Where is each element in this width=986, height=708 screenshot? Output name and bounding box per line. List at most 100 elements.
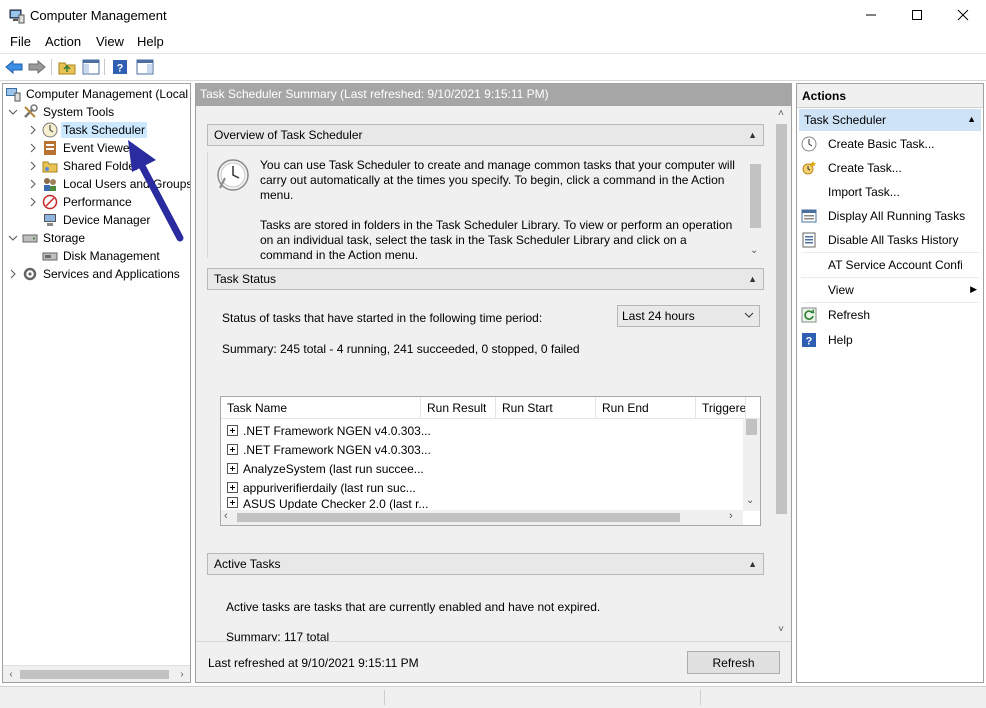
scrollbar-thumb[interactable] bbox=[776, 124, 787, 514]
table-row[interactable]: AnalyzeSystem (last run succee... bbox=[227, 459, 424, 478]
column-header-run-result[interactable]: Run Result bbox=[421, 397, 496, 419]
time-period-select[interactable]: Last 24 hours bbox=[617, 305, 760, 327]
menu-bar: File Action View Help bbox=[0, 32, 986, 52]
tree-item-performance[interactable]: Performance bbox=[27, 193, 134, 211]
action-disable-history[interactable]: Disable All Tasks History bbox=[801, 230, 979, 250]
tree-item-local-users-groups[interactable]: Local Users and Groups bbox=[27, 175, 190, 193]
tools-icon bbox=[22, 104, 38, 120]
table-horizontal-scrollbar[interactable]: ‹ › bbox=[221, 510, 743, 525]
actions-section-task-scheduler[interactable]: Task Scheduler ▲ bbox=[799, 109, 981, 131]
tree-item-task-scheduler[interactable]: Task Scheduler bbox=[27, 121, 148, 139]
scroll-down-icon[interactable]: ⌄ bbox=[750, 245, 758, 256]
overview-paragraph-1: You can use Task Scheduler to create and… bbox=[260, 158, 735, 202]
menu-file[interactable]: File bbox=[10, 34, 31, 49]
overview-section-header[interactable]: Overview of Task Scheduler ▲ bbox=[207, 124, 764, 146]
chevron-right-icon[interactable] bbox=[27, 196, 39, 208]
chevron-right-icon[interactable] bbox=[27, 124, 39, 136]
task-status-section-header[interactable]: Task Status ▲ bbox=[207, 268, 764, 290]
show-hide-console-tree-icon[interactable] bbox=[81, 58, 101, 76]
scroll-right-icon[interactable]: › bbox=[729, 510, 733, 522]
title-bar: Computer Management bbox=[0, 0, 986, 32]
scroll-left-icon[interactable]: ‹ bbox=[3, 666, 19, 682]
tree-root-computer-management[interactable]: Computer Management (Local bbox=[5, 85, 190, 103]
action-import-task[interactable]: Import Task... bbox=[801, 182, 979, 202]
minimize-button[interactable] bbox=[848, 0, 894, 30]
overview-text: You can use Task Scheduler to create and… bbox=[260, 158, 738, 278]
actions-separator bbox=[801, 252, 979, 253]
scroll-down-icon[interactable]: ˅ bbox=[775, 624, 787, 638]
last-refreshed-text: Last refreshed at 9/10/2021 9:15:11 PM bbox=[208, 656, 419, 670]
scrollbar-thumb[interactable] bbox=[20, 670, 169, 679]
actions-pane: Actions Task Scheduler ▲ Create Basic Ta… bbox=[796, 83, 984, 683]
refresh-button[interactable]: Refresh bbox=[687, 651, 780, 674]
show-hide-action-pane-icon[interactable] bbox=[135, 58, 155, 76]
column-header-run-start[interactable]: Run Start bbox=[496, 397, 596, 419]
summary-vertical-scrollbar[interactable]: ˄ ˅ bbox=[773, 108, 790, 638]
forward-arrow-icon[interactable] bbox=[27, 58, 47, 76]
action-refresh[interactable]: Refresh bbox=[801, 305, 979, 325]
menu-help[interactable]: Help bbox=[137, 34, 164, 49]
actions-separator bbox=[801, 277, 979, 278]
menu-action[interactable]: Action bbox=[45, 34, 81, 49]
tree-item-event-viewer[interactable]: Event Viewer bbox=[27, 139, 135, 157]
action-help[interactable]: ? Help bbox=[801, 330, 979, 350]
column-header-run-end[interactable]: Run End bbox=[596, 397, 696, 419]
scroll-down-icon[interactable]: ⌄ bbox=[746, 495, 754, 506]
active-tasks-section-header[interactable]: Active Tasks ▲ bbox=[207, 553, 764, 575]
collapse-icon[interactable]: ▲ bbox=[748, 559, 757, 569]
disk-icon bbox=[42, 248, 58, 264]
expand-icon[interactable] bbox=[227, 425, 238, 436]
collapse-icon[interactable]: ▲ bbox=[748, 274, 757, 284]
expand-icon[interactable] bbox=[227, 497, 238, 508]
column-header-task-name[interactable]: Task Name bbox=[221, 397, 421, 419]
table-row[interactable]: .NET Framework NGEN v4.0.303... bbox=[227, 440, 431, 459]
scrollbar-thumb[interactable] bbox=[237, 513, 680, 522]
action-create-basic-task[interactable]: Create Basic Task... bbox=[801, 134, 979, 154]
scrollbar-thumb[interactable] bbox=[746, 419, 757, 435]
overview-scrollbar[interactable]: ⌄ bbox=[747, 152, 764, 258]
scroll-up-icon[interactable]: ˄ bbox=[775, 108, 787, 122]
chevron-right-icon[interactable] bbox=[7, 268, 19, 280]
chevron-right-icon[interactable] bbox=[27, 178, 39, 190]
chevron-right-icon[interactable] bbox=[27, 160, 39, 172]
menu-view[interactable]: View bbox=[96, 34, 124, 49]
scroll-left-icon[interactable]: ‹ bbox=[224, 510, 228, 522]
action-display-running-tasks[interactable]: Display All Running Tasks bbox=[801, 206, 979, 226]
tree-item-system-tools[interactable]: System Tools bbox=[7, 103, 116, 121]
scroll-right-icon[interactable]: › bbox=[174, 666, 190, 682]
action-at-service-account[interactable]: AT Service Account Configuration bbox=[801, 255, 979, 275]
table-row[interactable]: appuriverifierdaily (last run suc... bbox=[227, 478, 416, 497]
close-button[interactable] bbox=[940, 0, 986, 30]
chevron-right-icon[interactable] bbox=[27, 142, 39, 154]
event-viewer-icon bbox=[42, 140, 58, 156]
table-vertical-scrollbar[interactable]: ⌄ bbox=[743, 419, 760, 511]
summary-footer: Last refreshed at 9/10/2021 9:15:11 PM R… bbox=[196, 641, 791, 682]
scrollbar-thumb[interactable] bbox=[750, 164, 761, 228]
table-row[interactable]: ASUS Update Checker 2.0 (last r... bbox=[227, 497, 428, 510]
up-folder-icon[interactable] bbox=[57, 58, 77, 76]
action-view[interactable]: View ▶ bbox=[801, 280, 979, 300]
back-arrow-icon[interactable] bbox=[4, 58, 24, 76]
tree-item-storage[interactable]: Storage bbox=[7, 229, 87, 247]
action-create-task[interactable]: Create Task... bbox=[801, 158, 979, 178]
chevron-down-icon[interactable] bbox=[7, 106, 19, 118]
help-icon[interactable]: ? bbox=[110, 58, 130, 76]
maximize-button[interactable] bbox=[894, 0, 940, 30]
collapse-icon[interactable]: ▲ bbox=[967, 114, 976, 124]
tree-item-device-manager[interactable]: Device Manager bbox=[42, 211, 152, 229]
tree-item-shared-folders[interactable]: Shared Folders bbox=[27, 157, 147, 175]
collapse-icon[interactable]: ▲ bbox=[748, 130, 757, 140]
table-row[interactable]: .NET Framework NGEN v4.0.303... bbox=[227, 421, 431, 440]
overview-section-body: You can use Task Scheduler to create and… bbox=[207, 152, 764, 262]
tree-horizontal-scrollbar[interactable]: ‹ › bbox=[3, 665, 190, 682]
expand-icon[interactable] bbox=[227, 463, 238, 474]
column-header-triggered-by[interactable]: Triggered By bbox=[696, 397, 746, 419]
tree-item-disk-management[interactable]: Disk Management bbox=[42, 247, 162, 265]
expand-icon[interactable] bbox=[227, 444, 238, 455]
users-icon bbox=[42, 176, 58, 192]
tree-item-services-applications[interactable]: Services and Applications bbox=[7, 265, 182, 283]
chevron-down-icon[interactable] bbox=[7, 232, 19, 244]
expand-icon[interactable] bbox=[227, 482, 238, 493]
actions-header: Actions bbox=[797, 84, 983, 108]
task-status-table: Task Name Run Result Run Start Run End T… bbox=[220, 396, 761, 526]
